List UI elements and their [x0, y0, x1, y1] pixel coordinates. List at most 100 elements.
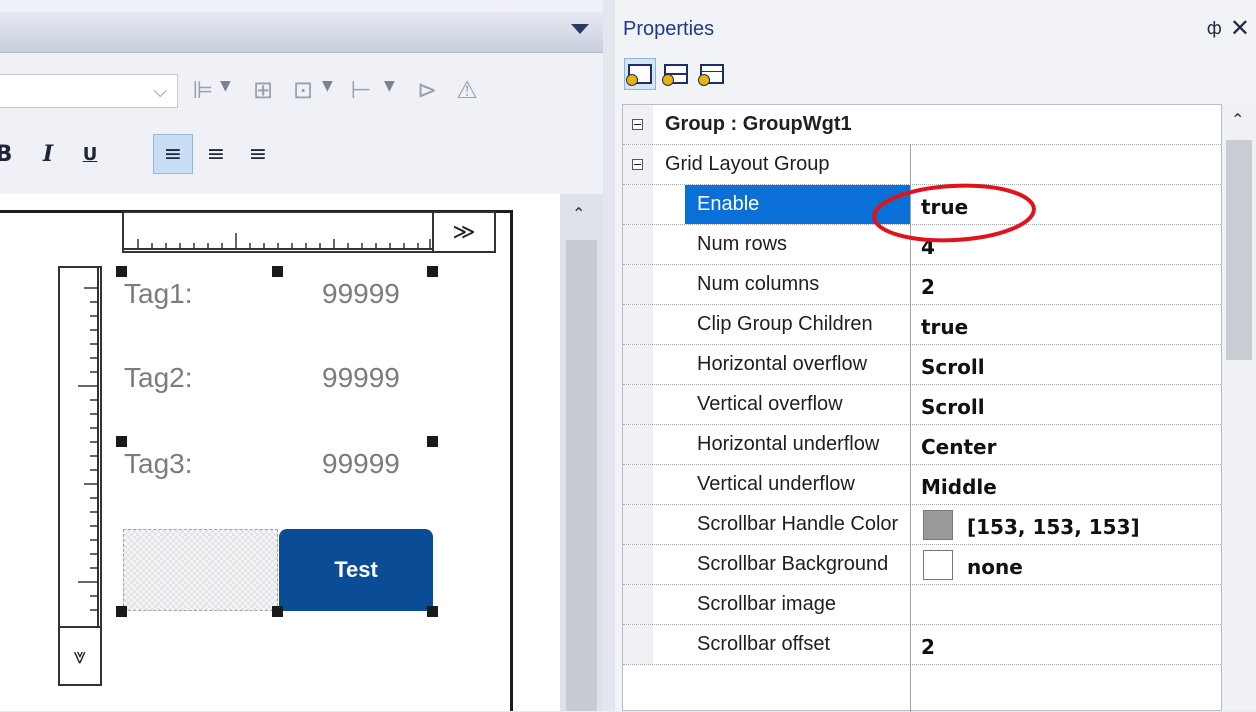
align-dropdown-icon[interactable]: ▼	[220, 78, 231, 94]
close-icon[interactable]: ✕	[1230, 14, 1250, 42]
property-row[interactable]: Clip Group Children true	[623, 305, 1221, 345]
selection-handle[interactable]	[116, 606, 127, 617]
property-view-icon[interactable]	[624, 58, 656, 90]
property-row[interactable]: Scrollbar offset 2	[623, 625, 1221, 665]
canvas-scrollbar[interactable]: ⌃	[560, 194, 603, 711]
property-row[interactable]: Horizontal overflow Scroll	[623, 345, 1221, 385]
widget-properties-icon[interactable]	[660, 58, 692, 90]
tag3-label[interactable]: Tag3:	[124, 448, 193, 480]
selection-handle[interactable]	[116, 266, 127, 277]
selection-handle[interactable]	[272, 266, 283, 277]
grid-gutter	[623, 385, 653, 424]
flip-vertical-icon[interactable]: ⚠	[450, 74, 484, 106]
property-value[interactable]: Scroll	[921, 355, 985, 379]
align-left-icon[interactable]: ⊫	[186, 74, 220, 106]
grid-gutter	[623, 625, 653, 664]
property-row[interactable]: Horizontal underflow Center	[623, 425, 1221, 465]
selection-handle[interactable]	[427, 266, 438, 277]
font-combobox[interactable]: ⌵	[0, 74, 178, 108]
property-name: Clip Group Children	[697, 313, 873, 335]
align-left-button[interactable]: ≡	[153, 134, 193, 174]
properties-title-bar: Properties ф ✕	[615, 12, 1256, 52]
selection-handle[interactable]	[116, 436, 127, 447]
grid-gutter	[623, 265, 653, 304]
tag1-label[interactable]: Tag1:	[124, 278, 193, 310]
annotation-circle	[872, 183, 1036, 243]
flip-horizontal-icon[interactable]: ⊳	[410, 74, 444, 106]
horizontal-ruler: ≫	[122, 211, 496, 253]
scroll-up-icon[interactable]: ⌃	[572, 204, 585, 223]
property-value[interactable]: [153, 153, 153]	[967, 515, 1140, 539]
vertical-ruler-ticks	[78, 268, 99, 628]
property-grid-scrollbar[interactable]: ⌃	[1222, 104, 1256, 711]
property-value[interactable]: Middle	[921, 475, 997, 499]
pane-splitter[interactable]	[603, 0, 615, 711]
grid-gutter	[623, 225, 653, 264]
page-border-right	[510, 210, 513, 711]
section-header-label: Grid Layout Group	[665, 153, 830, 175]
italic-button[interactable]: I	[28, 134, 68, 174]
grid-gutter	[623, 545, 653, 584]
property-name: Vertical overflow	[697, 393, 843, 415]
selection-handle[interactable]	[427, 606, 438, 617]
underline-button[interactable]: U	[70, 134, 110, 174]
property-name: Scrollbar offset	[697, 633, 831, 655]
grid-gutter	[623, 425, 653, 464]
grid-gutter	[623, 465, 653, 504]
collapse-icon[interactable]	[632, 159, 643, 170]
color-swatch[interactable]	[923, 550, 953, 580]
tag3-value[interactable]: 99999	[322, 448, 400, 480]
center-icon[interactable]: ⊞	[246, 74, 280, 106]
spacing-dropdown-icon[interactable]: ▼	[384, 78, 395, 94]
empty-grid-cell[interactable]	[123, 529, 278, 611]
pin-icon[interactable]: ф	[1207, 18, 1222, 39]
property-row[interactable]: Scrollbar Background none	[623, 545, 1221, 585]
chevron-down-icon[interactable]: ⌵	[153, 81, 167, 102]
distribute-icon[interactable]: ⊡	[286, 74, 320, 106]
property-row[interactable]: Num columns 2	[623, 265, 1221, 305]
scroll-up-icon[interactable]: ⌃	[1231, 110, 1244, 129]
property-value[interactable]: none	[967, 555, 1023, 579]
bold-button[interactable]: B	[0, 134, 24, 174]
event-view-icon[interactable]	[696, 58, 728, 90]
tab-dropdown-icon[interactable]	[571, 24, 589, 34]
property-name: Horizontal underflow	[697, 433, 880, 455]
property-name: Scrollbar image	[697, 593, 836, 615]
align-right-button[interactable]: ≡	[238, 134, 278, 174]
tag2-value[interactable]: 99999	[322, 362, 400, 394]
property-row[interactable]: Vertical underflow Middle	[623, 465, 1221, 505]
property-name: Scrollbar Handle Color	[697, 513, 899, 535]
selection-handle[interactable]	[427, 436, 438, 447]
tag2-label[interactable]: Tag2:	[124, 362, 193, 394]
distribute-dropdown-icon[interactable]: ▼	[322, 78, 333, 94]
property-value[interactable]: Center	[921, 435, 996, 459]
selection-handle[interactable]	[272, 606, 283, 617]
vertical-ruler: ⩔	[58, 266, 102, 686]
test-button[interactable]: Test	[279, 529, 433, 611]
align-center-button[interactable]: ≡	[196, 134, 236, 174]
spacing-icon[interactable]: ⊢	[344, 74, 378, 106]
designer-tab-header	[0, 12, 603, 53]
scrollbar-thumb[interactable]	[1226, 140, 1252, 360]
property-name: Scrollbar Background	[697, 553, 889, 575]
tag1-value[interactable]: 99999	[322, 278, 400, 310]
property-row[interactable]: Scrollbar Handle Color [153, 153, 153]	[623, 505, 1221, 545]
collapse-icon[interactable]	[632, 119, 643, 130]
scrollbar-thumb[interactable]	[566, 240, 597, 711]
ruler-expand-button[interactable]: ≫	[432, 213, 494, 251]
property-value[interactable]: 2	[921, 275, 935, 299]
property-value[interactable]: 2	[921, 635, 935, 659]
property-row[interactable]: Vertical overflow Scroll	[623, 385, 1221, 425]
properties-title: Properties	[623, 18, 715, 40]
color-swatch[interactable]	[923, 510, 953, 540]
grid-gutter	[623, 305, 653, 344]
property-row[interactable]: Scrollbar image	[623, 585, 1221, 625]
property-name: Horizontal overflow	[697, 353, 868, 375]
property-value[interactable]: Scroll	[921, 395, 985, 419]
property-name: Vertical underflow	[697, 473, 855, 495]
property-group-header: Group : GroupWgt1	[623, 105, 1221, 145]
ruler-collapse-button[interactable]: ⩔	[60, 626, 100, 684]
group-header-label: Group : GroupWgt1	[665, 113, 852, 135]
horizontal-ruler-ticks	[124, 233, 434, 250]
property-value[interactable]: true	[921, 315, 968, 339]
